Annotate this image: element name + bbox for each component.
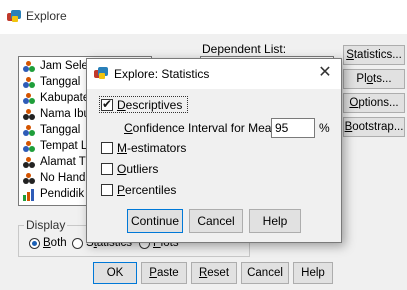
spss-app-icon xyxy=(94,67,108,81)
reset-button[interactable]: Reset xyxy=(191,262,237,284)
dialog-title-bar: Explore: Statistics ✕ xyxy=(87,59,341,89)
person-variable-icon xyxy=(23,125,35,137)
outliers-label[interactable]: Outliers xyxy=(117,162,158,176)
both-radio[interactable] xyxy=(29,238,40,249)
paste-button[interactable]: Paste xyxy=(141,262,187,284)
person-variable-icon xyxy=(23,61,35,73)
percent-unit: % xyxy=(319,121,330,135)
dialog-help-button[interactable]: Help xyxy=(249,209,301,233)
plots-button[interactable]: Plots... xyxy=(343,69,405,89)
descriptives-checkbox[interactable] xyxy=(101,97,113,111)
percentiles-checkbox[interactable] xyxy=(101,184,113,196)
person-variable-icon xyxy=(23,77,35,89)
percentiles-label[interactable]: Percentiles xyxy=(117,183,176,197)
ci-label: Confidence Interval for Mean: xyxy=(124,121,282,135)
statistics-button[interactable]: Statistics... xyxy=(343,45,405,65)
dialog-title: Explore: Statistics xyxy=(114,67,210,81)
close-icon[interactable]: ✕ xyxy=(315,63,335,83)
statistics-dialog: Explore: Statistics ✕ Descriptives Confi… xyxy=(86,58,342,243)
descriptives-label[interactable]: Descriptives xyxy=(117,98,182,112)
title-bar: Explore xyxy=(0,0,407,34)
m-estimators-checkbox[interactable] xyxy=(101,142,113,154)
statistics-radio[interactable] xyxy=(72,238,83,249)
display-legend: Display xyxy=(24,218,68,232)
spss-app-icon xyxy=(7,10,21,24)
person-variable-icon xyxy=(23,109,35,121)
help-button[interactable]: Help xyxy=(293,262,333,284)
cancel-button[interactable]: Cancel xyxy=(241,262,289,284)
dependent-list-label: Dependent List: xyxy=(202,42,287,56)
ok-button[interactable]: OK xyxy=(93,262,137,284)
dialog-cancel-button[interactable]: Cancel xyxy=(189,209,243,233)
continue-button[interactable]: Continue xyxy=(127,209,183,233)
outliers-checkbox[interactable] xyxy=(101,163,113,175)
person-variable-icon xyxy=(23,141,35,153)
bootstrap-button[interactable]: Bootstrap... xyxy=(343,117,405,137)
both-radio-label[interactable]: Both xyxy=(43,237,67,249)
ordinal-variable-icon xyxy=(23,189,35,201)
options-button[interactable]: Options... xyxy=(343,93,405,113)
person-variable-icon xyxy=(23,173,35,185)
m-estimators-label[interactable]: M-estimators xyxy=(117,141,186,155)
ci-value-input[interactable]: 95 xyxy=(271,118,315,138)
person-variable-icon xyxy=(23,93,35,105)
person-variable-icon xyxy=(23,157,35,169)
window-title: Explore xyxy=(26,9,67,23)
